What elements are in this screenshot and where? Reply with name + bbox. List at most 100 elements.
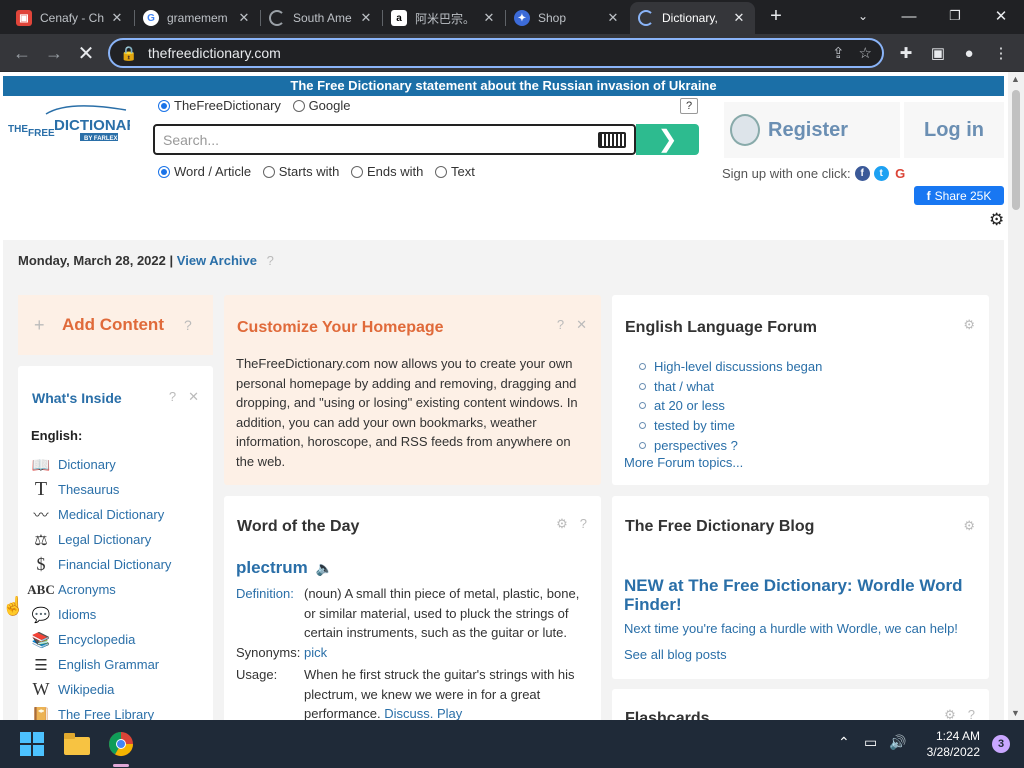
list-item-legal[interactable]: ⚖ Legal Dictionary bbox=[30, 527, 171, 552]
forward-button[interactable]: → bbox=[40, 39, 68, 67]
gear-icon[interactable]: ⚙ bbox=[944, 707, 956, 720]
chevron-up-icon[interactable]: ⌃ bbox=[838, 734, 850, 751]
scrollbar-thumb[interactable] bbox=[1012, 90, 1020, 210]
blog-subtitle-link[interactable]: Next time you're facing a hurdle with Wo… bbox=[624, 621, 958, 636]
help-icon[interactable]: ? bbox=[169, 389, 176, 405]
tab-google[interactable]: G gramemem ✕ bbox=[135, 2, 260, 34]
close-tab-icon[interactable]: ✕ bbox=[358, 10, 374, 26]
forum-topic[interactable]: that / what bbox=[639, 377, 822, 397]
play-link[interactable]: Play bbox=[437, 706, 462, 720]
side-panel-icon[interactable]: ▣ bbox=[927, 42, 949, 64]
list-item-free-library[interactable]: 📔 The Free Library bbox=[30, 702, 171, 721]
source-google-radio[interactable]: Google bbox=[292, 98, 350, 113]
search-input[interactable]: Search... bbox=[153, 124, 636, 155]
restore-button[interactable]: ❐ bbox=[932, 0, 978, 32]
help-icon[interactable]: ? bbox=[267, 253, 274, 268]
site-logo[interactable]: THE FREE DICTIONARY BY FARLEX bbox=[6, 100, 130, 150]
share-page-icon[interactable]: ⇪ bbox=[832, 44, 845, 62]
tab-shop[interactable]: ✦ Shop ✕ bbox=[506, 2, 629, 34]
help-icon[interactable]: ? bbox=[557, 317, 564, 333]
scroll-up-icon[interactable]: ▲ bbox=[1011, 74, 1020, 84]
add-content-button[interactable]: + Add Content ? bbox=[18, 295, 213, 355]
mode-word-article-radio[interactable]: Word / Article bbox=[158, 164, 251, 179]
register-button[interactable]: Register bbox=[724, 102, 900, 158]
tab-amazon[interactable]: a 阿米巴宗。 ✕ bbox=[383, 2, 505, 34]
close-tab-icon[interactable]: ✕ bbox=[109, 10, 125, 26]
close-tab-icon[interactable]: ✕ bbox=[605, 10, 621, 26]
gear-icon[interactable]: ⚙ bbox=[963, 317, 975, 333]
extensions-puzzle-icon[interactable]: ✚ bbox=[895, 42, 917, 64]
twitter-icon[interactable]: t bbox=[873, 166, 889, 181]
facebook-share-button[interactable]: f Share 25K bbox=[914, 186, 1004, 205]
ukraine-statement-banner[interactable]: The Free Dictionary statement about the … bbox=[3, 76, 1004, 96]
more-forum-topics-link[interactable]: More Forum topics... bbox=[624, 455, 743, 470]
scroll-down-icon[interactable]: ▼ bbox=[1011, 708, 1020, 718]
windows-start-icon[interactable] bbox=[16, 728, 48, 760]
search-go-button[interactable]: ❯ bbox=[636, 124, 699, 155]
back-button[interactable]: ← bbox=[8, 39, 36, 67]
facebook-icon: f bbox=[926, 188, 931, 203]
forum-topic[interactable]: tested by time bbox=[639, 416, 822, 436]
profile-avatar-icon[interactable]: ● bbox=[958, 42, 980, 64]
settings-gear-icon[interactable]: ⚙ bbox=[989, 210, 1004, 230]
forum-topic[interactable]: perspectives ? bbox=[639, 435, 822, 455]
file-explorer-icon[interactable] bbox=[61, 728, 93, 760]
volume-icon[interactable]: 🔊 bbox=[889, 734, 906, 751]
whats-inside-title[interactable]: What's Inside bbox=[32, 390, 122, 406]
source-thefreedictionary-radio[interactable]: TheFreeDictionary bbox=[158, 98, 281, 113]
virtual-keyboard-icon[interactable] bbox=[598, 132, 626, 148]
tab-search-icon[interactable]: ⌄ bbox=[840, 0, 886, 32]
google-signin-icon[interactable]: G bbox=[892, 166, 908, 181]
taskbar-clock[interactable]: 1:24 AM 3/28/2022 bbox=[927, 728, 980, 760]
view-archive-link[interactable]: View Archive bbox=[177, 253, 257, 268]
tab-cenafy[interactable]: ▣ Cenafy - Ch ✕ bbox=[8, 2, 133, 34]
gear-icon[interactable]: ⚙ bbox=[556, 516, 568, 532]
close-icon[interactable]: ✕ bbox=[188, 389, 199, 405]
close-icon[interactable]: ✕ bbox=[576, 317, 587, 333]
minimize-button[interactable]: — bbox=[886, 0, 932, 32]
list-item-thesaurus[interactable]: T Thesaurus bbox=[30, 477, 171, 502]
chrome-menu-icon[interactable]: ⋮ bbox=[990, 42, 1012, 64]
close-tab-icon[interactable]: ✕ bbox=[731, 10, 747, 26]
blog-headline-link[interactable]: NEW at The Free Dictionary: Wordle Word … bbox=[624, 576, 974, 614]
mode-starts-with-radio[interactable]: Starts with bbox=[262, 164, 339, 179]
speaker-icon[interactable]: 🔈 bbox=[316, 560, 333, 576]
list-item-financial[interactable]: $ Financial Dictionary bbox=[30, 552, 172, 577]
wotd-word[interactable]: plectrum 🔈 bbox=[236, 558, 333, 578]
list-item-acronyms[interactable]: ABC Acronyms bbox=[27, 577, 171, 602]
forum-topic[interactable]: at 20 or less bbox=[639, 396, 822, 416]
close-tab-icon[interactable]: ✕ bbox=[481, 10, 497, 26]
list-item-dictionary[interactable]: 📖 Dictionary bbox=[30, 452, 171, 477]
chrome-taskbar-icon[interactable] bbox=[105, 728, 137, 760]
heartbeat-icon: 〰 bbox=[33, 507, 49, 524]
list-item-grammar[interactable]: ☰ English Grammar bbox=[30, 652, 171, 677]
discuss-link[interactable]: Discuss. bbox=[384, 706, 433, 720]
tab-south-america[interactable]: South Ame ✕ bbox=[261, 2, 382, 34]
new-tab-button[interactable]: + bbox=[754, 0, 798, 32]
stop-button[interactable]: ✕ bbox=[72, 39, 100, 67]
gear-icon[interactable]: ⚙ bbox=[963, 518, 975, 534]
synonym-link[interactable]: pick bbox=[304, 643, 584, 663]
help-icon[interactable]: ? bbox=[184, 317, 192, 333]
close-window-button[interactable]: ✕ bbox=[978, 0, 1024, 32]
list-item-encyclopedia[interactable]: 📚 Encyclopedia bbox=[30, 627, 171, 652]
close-tab-icon[interactable]: ✕ bbox=[236, 10, 252, 26]
help-icon[interactable]: ? bbox=[580, 516, 587, 532]
address-bar[interactable]: 🔒 thefreedictionary.com ⇪ ☆ bbox=[108, 38, 884, 68]
login-button[interactable]: Log in bbox=[904, 102, 1004, 158]
network-icon[interactable]: ▭ bbox=[864, 734, 877, 751]
notification-badge[interactable]: 3 bbox=[992, 735, 1010, 753]
page-scrollbar[interactable]: ▲ ▼ bbox=[1008, 72, 1024, 720]
help-icon[interactable]: ? bbox=[968, 707, 975, 720]
tab-dictionary[interactable]: Dictionary, ✕ bbox=[630, 2, 755, 34]
list-item-idioms[interactable]: 💬 Idioms bbox=[30, 602, 171, 627]
facebook-icon[interactable]: f bbox=[854, 166, 870, 181]
see-all-blog-posts-link[interactable]: See all blog posts bbox=[624, 647, 727, 662]
mode-text-radio[interactable]: Text bbox=[435, 164, 475, 179]
bookmark-star-icon[interactable]: ☆ bbox=[859, 44, 872, 62]
list-item-wikipedia[interactable]: W Wikipedia bbox=[30, 677, 171, 702]
list-item-medical[interactable]: 〰 Medical Dictionary bbox=[30, 502, 171, 527]
mode-ends-with-radio[interactable]: Ends with bbox=[351, 164, 423, 179]
forum-topic[interactable]: High-level discussions began bbox=[639, 357, 822, 377]
search-help-button[interactable]: ? bbox=[680, 98, 698, 114]
